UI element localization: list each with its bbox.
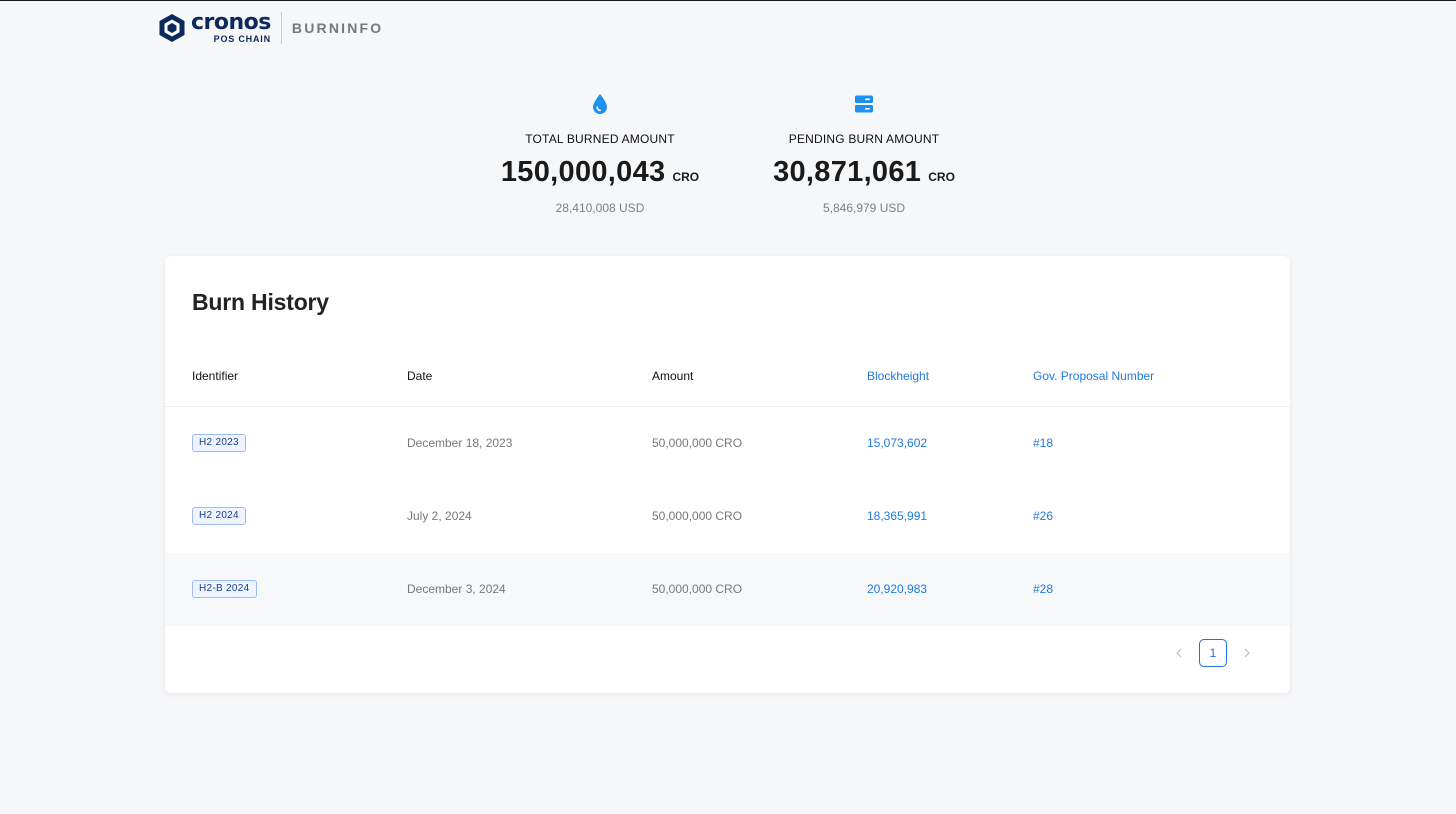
pending-burn-unit: CRO: [928, 170, 955, 184]
date-cell: July 2, 2024: [407, 509, 472, 523]
blockheight-link[interactable]: 15,073,602: [867, 436, 927, 450]
burn-history-card: Burn History Identifier Date Amount Bloc…: [165, 256, 1290, 693]
total-burned-value: 150,000,043: [500, 156, 666, 188]
amount-cell: 50,000,000 CRO: [652, 509, 743, 523]
gov-proposal-link[interactable]: #18: [1033, 436, 1053, 450]
table-row: H2 2023 December 18, 2023 50,000,000 CRO…: [165, 407, 1290, 480]
chevron-left-icon[interactable]: [1169, 639, 1189, 667]
table-row: H2-B 2024 December 3, 2024 50,000,000 CR…: [165, 553, 1290, 626]
date-cell: December 18, 2023: [407, 436, 513, 450]
table-row: H2 2024 July 2, 2024 50,000,000 CRO 18,3…: [165, 480, 1290, 553]
gov-proposal-link[interactable]: #28: [1033, 582, 1053, 596]
amount-cell: 50,000,000 CRO: [652, 582, 743, 596]
total-burned-usd: 28,410,008 USD: [555, 201, 645, 215]
gov-proposal-link[interactable]: #26: [1033, 509, 1053, 523]
chevron-right-icon[interactable]: [1237, 639, 1257, 667]
column-gov-proposal: Gov. Proposal Number: [1033, 369, 1155, 383]
header-divider: [280, 12, 282, 44]
pending-burn-value: 30,871,061: [773, 156, 922, 188]
pending-burn-stat: PENDING BURN AMOUNT 30,871,061 CRO 5,846…: [734, 91, 994, 215]
total-burned-stat: TOTAL BURNED AMOUNT 150,000,043 CRO 28,4…: [470, 91, 730, 215]
column-amount: Amount: [652, 369, 694, 383]
identifier-tag: H2-B 2024: [192, 580, 257, 598]
total-burned-label: TOTAL BURNED AMOUNT: [525, 132, 675, 146]
header: cronos POS CHAIN BURNINFO: [158, 11, 383, 45]
cronos-hexagon-icon: [159, 14, 185, 42]
page-button-current[interactable]: 1: [1199, 639, 1227, 667]
logo-subtitle: POS CHAIN: [213, 34, 271, 44]
blockheight-link[interactable]: 18,365,991: [867, 509, 927, 523]
amount-cell: 50,000,000 CRO: [652, 436, 743, 450]
drop-icon: [470, 91, 730, 117]
logo-wordmark: cronos: [191, 10, 271, 35]
page: cronos POS CHAIN BURNINFO TOTAL BURNED A…: [0, 0, 1456, 814]
server-icon: [734, 91, 994, 117]
column-date: Date: [407, 369, 433, 383]
burn-history-title: Burn History: [192, 289, 329, 315]
cronos-logo[interactable]: cronos POS CHAIN: [158, 12, 271, 44]
identifier-tag: H2 2023: [192, 434, 246, 452]
site-name: BURNINFO: [291, 20, 384, 36]
pagination: 1: [1169, 639, 1257, 667]
pending-burn-usd: 5,846,979 USD: [822, 201, 906, 215]
total-burned-unit: CRO: [672, 170, 700, 184]
date-cell: December 3, 2024: [407, 582, 506, 596]
identifier-tag: H2 2024: [192, 507, 246, 525]
column-blockheight: Blockheight: [867, 369, 930, 383]
pending-burn-label: PENDING BURN AMOUNT: [788, 132, 940, 146]
table-header: Identifier Date Amount Blockheight Gov. …: [165, 348, 1290, 407]
blockheight-link[interactable]: 20,920,983: [867, 582, 927, 596]
column-identifier: Identifier: [192, 369, 239, 383]
